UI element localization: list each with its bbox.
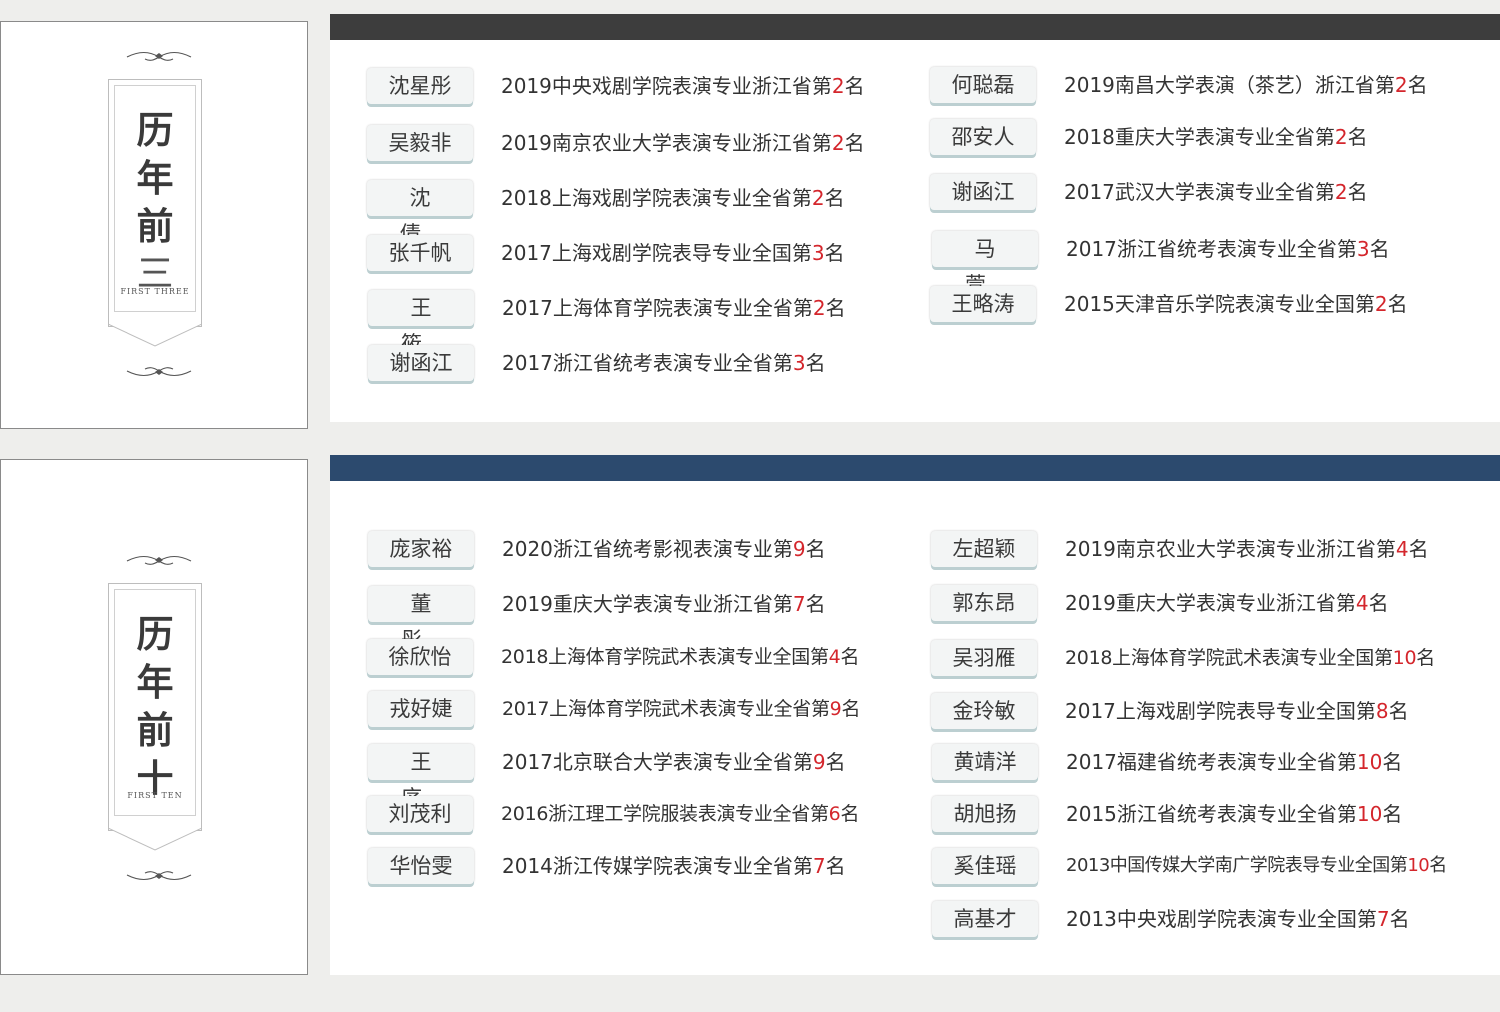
achievement-text: 2019南昌大学表演（茶艺）浙江省第2名 [1064,73,1428,97]
student-name-button[interactable]: 郭东昂 [931,585,1037,621]
top10-header-bar [330,455,1500,481]
student-name-button[interactable]: 黄靖洋 [932,744,1038,780]
achievement-text: 2018重庆大学表演专业全省第2名 [1064,125,1368,149]
achievement-text: 2017福建省统考表演专业全省第10名 [1066,750,1403,774]
achievement-text: 2017上海体育学院武术表演专业全省第9名 [502,698,861,720]
achievement-text: 2016浙江理工学院服装表演专业全省第6名 [501,803,860,825]
bottom-flourish-ornament [126,367,192,377]
achievement-text: 2018上海体育学院武术表演专业全国第4名 [501,646,860,668]
top3-list-panel: 沈星彤 2019中央戏剧学院表演专业浙江省第2名 吴毅非 2019南京农业大学表… [330,14,1500,422]
student-name-button[interactable]: 谢函江 [368,345,474,381]
student-name-button[interactable]: 华怡雯 [368,848,474,884]
achievement-text: 2015浙江省统考表演专业全省第10名 [1066,802,1403,826]
student-name-button[interactable]: 金玲敏 [931,693,1037,729]
student-name-button[interactable]: 沈 倩 [367,180,473,246]
achievement-text: 2017武汉大学表演专业全省第2名 [1064,180,1368,204]
achievement-text: 2015天津音乐学院表演专业全国第2名 [1064,292,1408,316]
achievement-text: 2017浙江省统考表演专业全省第3名 [502,351,826,375]
top3-title-banner: 历 年 前 三 FIRST THREE [108,79,202,347]
achievement-text: 2017浙江省统考表演专业全省第3名 [1066,237,1390,261]
achievement-text: 2017上海戏剧学院表导专业全国第3名 [501,241,845,265]
top10-subtitle: FIRST TEN [127,791,183,800]
student-name-button[interactable]: 庞家裕 [368,531,474,567]
achievement-text: 2019南京农业大学表演专业浙江省第4名 [1065,537,1429,561]
achievement-text: 2018上海戏剧学院表演专业全省第2名 [501,186,845,210]
achievement-text: 2014浙江传媒学院表演专业全省第7名 [502,854,846,878]
student-name-button[interactable]: 张千帆 [367,235,473,271]
top10-title-banner: 历 年 前 十 FIRST TEN [108,583,202,851]
student-name-button[interactable]: 王 序 [368,744,474,810]
top10-side-card: 历 年 前 十 FIRST TEN [0,459,308,975]
achievement-text: 2020浙江省统考影视表演专业第9名 [502,537,826,561]
achievement-text: 2017上海体育学院表演专业全省第2名 [502,296,846,320]
student-name-button[interactable]: 沈星彤 [367,68,473,104]
student-name-button[interactable]: 谢函江 [930,174,1036,210]
student-name-button[interactable]: 奚佳瑶 [932,848,1038,884]
top-flourish-ornament [126,555,192,565]
student-name-button[interactable]: 胡旭扬 [932,796,1038,832]
achievement-text: 2018上海体育学院武术表演专业全国第10名 [1065,647,1435,669]
top3-title: 历 年 前 三 [136,108,174,295]
student-name-button[interactable]: 邵安人 [930,119,1036,155]
achievement-text: 2013中国传媒大学南广学院表导专业全国第10名 [1066,855,1447,876]
student-name-button[interactable]: 马 萱 [932,231,1038,297]
student-name-button[interactable]: 吴羽雁 [931,640,1037,676]
achievement-text: 2017北京联合大学表演专业全省第9名 [502,750,846,774]
bottom-flourish-ornament [126,871,192,881]
top3-subtitle: FIRST THREE [120,287,190,296]
student-name-button[interactable]: 戎好婕 [368,691,474,727]
student-name-button[interactable]: 刘茂利 [367,796,473,832]
student-name-button[interactable]: 徐欣怡 [367,639,473,675]
achievement-text: 2017上海戏剧学院表导专业全国第8名 [1065,699,1409,723]
student-name-button[interactable]: 王 筱 [368,290,474,356]
top10-list-panel: 庞家裕 2020浙江省统考影视表演专业第9名 董 彤 2019重庆大学表演专业浙… [330,455,1500,975]
top10-title: 历 年 前 十 [136,612,174,800]
achievement-text: 2019重庆大学表演专业浙江省第7名 [502,592,826,616]
student-name-button[interactable]: 何聪磊 [930,67,1036,103]
top3-header-bar [330,14,1500,40]
achievement-text: 2019重庆大学表演专业浙江省第4名 [1065,591,1389,615]
student-name-button[interactable]: 高基才 [932,901,1038,937]
top-flourish-ornament [126,51,192,61]
student-name-button[interactable]: 左超颖 [931,531,1037,567]
student-name-button[interactable]: 吴毅非 [367,125,473,161]
achievement-text: 2013中央戏剧学院表演专业全国第7名 [1066,907,1410,931]
achievement-text: 2019南京农业大学表演专业浙江省第2名 [501,131,865,155]
top3-side-card: 历 年 前 三 FIRST THREE [0,21,308,429]
student-name-button[interactable]: 董 彤 [368,586,474,652]
achievement-text: 2019中央戏剧学院表演专业浙江省第2名 [501,74,865,98]
student-name-button[interactable]: 王略涛 [930,286,1036,322]
